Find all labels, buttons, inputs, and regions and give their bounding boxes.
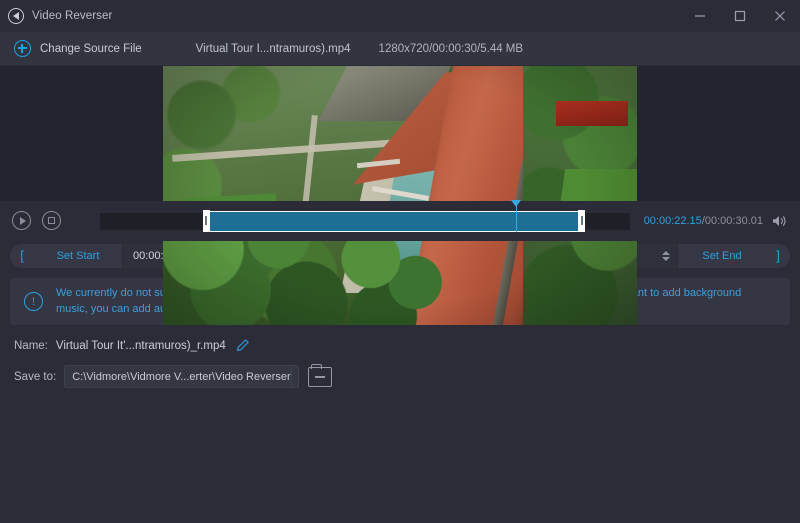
folder-icon[interactable] xyxy=(308,367,332,387)
bracket-right-icon: ] xyxy=(766,248,790,263)
save-path-value: C:\Vidmore\Vidmore V...erter\Video Rever… xyxy=(65,371,290,383)
exclamation-circle-icon: ! xyxy=(24,292,43,311)
title-bar: Video Reverser xyxy=(0,0,800,32)
change-source-file-button[interactable]: Change Source File xyxy=(40,43,142,55)
trim-handle-left[interactable] xyxy=(203,210,210,231)
source-filename: Virtual Tour I...ntramuros).mp4 xyxy=(196,43,351,55)
name-label: Name: xyxy=(14,340,48,352)
video-preview-area xyxy=(0,66,800,201)
playhead-marker[interactable] xyxy=(516,201,517,232)
playback-bar: 00:00:22.15/00:00:30.01 xyxy=(0,201,800,241)
end-time-stepper[interactable] xyxy=(661,251,671,261)
current-time: 00:00:22.15 xyxy=(644,215,702,227)
pencil-icon[interactable] xyxy=(235,338,250,353)
name-row: Name: Virtual Tour It'...ntramuros)_r.mp… xyxy=(14,334,790,358)
timecode-display: 00:00:22.15/00:00:30.01 xyxy=(644,215,763,227)
output-name-value: Virtual Tour It'...ntramuros)_r.mp4 xyxy=(56,340,226,352)
trim-selection[interactable] xyxy=(203,211,584,232)
play-circle-icon[interactable] xyxy=(12,211,31,230)
chevron-down-icon[interactable] xyxy=(291,365,300,388)
save-path-input[interactable]: C:\Vidmore\Vidmore V...erter\Video Rever… xyxy=(64,365,299,388)
plus-circle-icon[interactable] xyxy=(14,40,31,57)
volume-icon[interactable] xyxy=(772,214,788,228)
bracket-left-icon: [ xyxy=(10,248,34,263)
source-metadata: 1280x720/00:00:30/5.44 MB xyxy=(379,43,524,55)
timeline-track[interactable] xyxy=(100,210,630,232)
set-end-button[interactable]: Set End xyxy=(678,250,766,262)
set-start-button[interactable]: Set Start xyxy=(34,250,122,262)
reverse-circle-icon xyxy=(8,8,24,24)
trim-handle-right[interactable] xyxy=(578,210,585,231)
source-file-bar: Change Source File Virtual Tour I...ntra… xyxy=(0,32,800,66)
minimize-icon[interactable] xyxy=(680,0,720,32)
saveto-row: Save to: C:\Vidmore\Vidmore V...erter\Vi… xyxy=(14,365,790,389)
stop-circle-icon[interactable] xyxy=(42,211,61,230)
output-settings-panel: Name: Virtual Tour It'...ntramuros)_r.mp… xyxy=(0,325,800,523)
window-title: Video Reverser xyxy=(32,10,112,22)
video-reverser-window: Video Reverser Change Source File Virtua… xyxy=(0,0,800,523)
window-controls xyxy=(680,0,800,32)
saveto-label: Save to: xyxy=(14,371,56,383)
maximize-icon[interactable] xyxy=(720,0,760,32)
total-time: 00:00:30.01 xyxy=(705,215,763,227)
close-icon[interactable] xyxy=(760,0,800,32)
